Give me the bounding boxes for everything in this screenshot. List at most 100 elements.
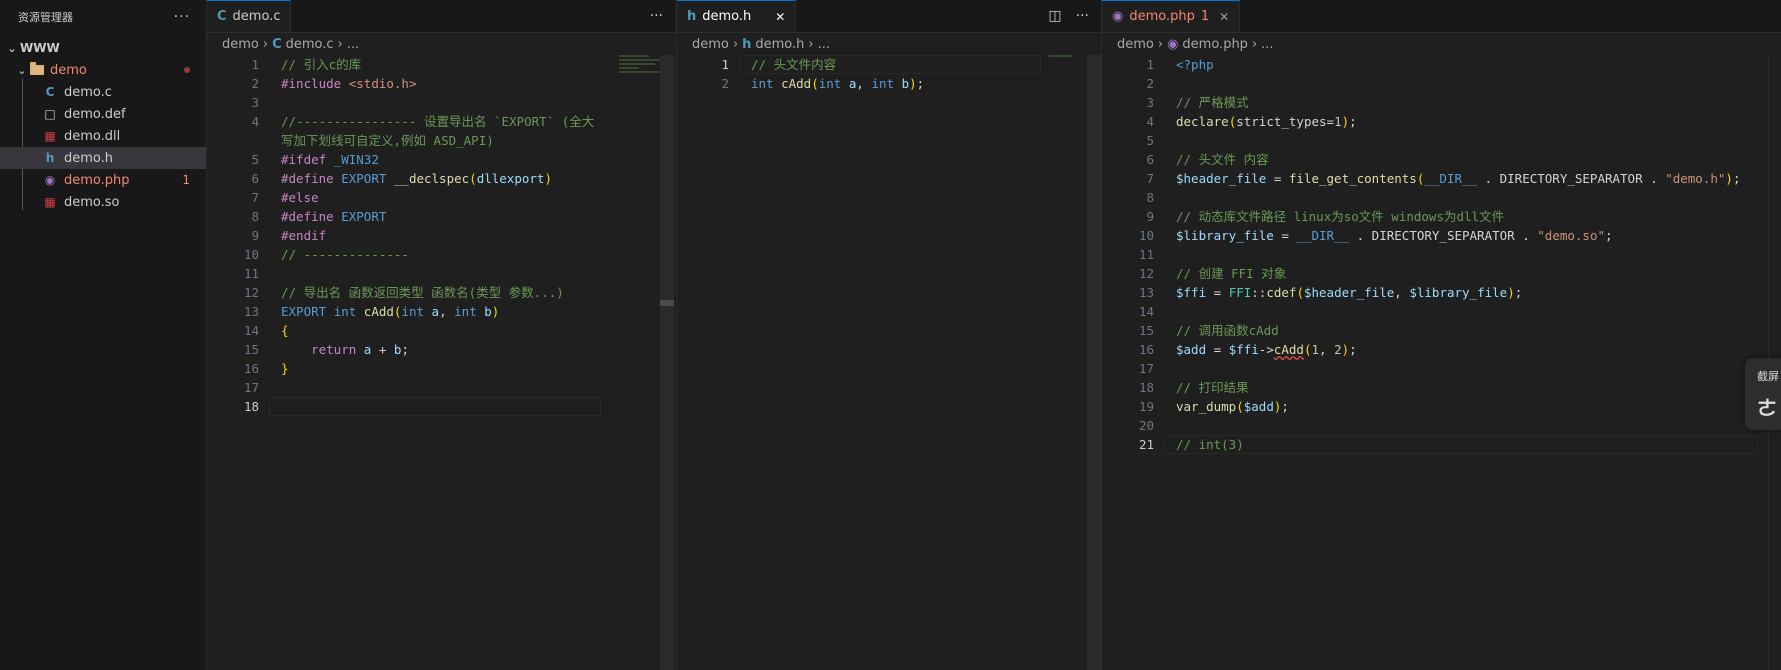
tab-label: demo.h: [702, 9, 752, 24]
line-number: 9: [1146, 209, 1154, 224]
code-editor-php[interactable]: 1 <?php 2 3 // 严格模式 4 declare(strict_types=1);…: [1102, 55, 1781, 454]
explorer-more-icon[interactable]: ···: [174, 9, 190, 25]
code-line: 13 EXPORT int cAdd(int a, int b): [207, 302, 675, 321]
file-type-icon: C: [45, 85, 55, 99]
scrollbar[interactable]: [660, 55, 674, 670]
breadcrumb: demo › ◉ demo.php › ...: [1102, 33, 1781, 55]
line-number: 18: [243, 399, 259, 414]
code-line: 16 $add = $ffi->cAdd(1, 2);: [1102, 340, 1781, 359]
tab-label: demo.c: [232, 9, 281, 24]
file-item[interactable]: ▦ demo.dll: [0, 125, 206, 147]
screenshot-toast[interactable]: 截屏 ㄜ: [1745, 358, 1781, 430]
file-item[interactable]: ◉ demo.php 1: [0, 169, 206, 191]
line-number: 18: [1138, 380, 1154, 395]
tab-demo-c[interactable]: C demo.c: [207, 0, 292, 32]
tab-demo-h[interactable]: h demo.h ✕: [677, 0, 797, 32]
explorer-header: 资源管理器 ···: [0, 0, 206, 34]
code-text: // --------------: [281, 247, 409, 262]
breadcrumb-symbols[interactable]: ...: [818, 37, 830, 52]
root-label: WWW: [20, 41, 60, 55]
line-number: 15: [1138, 323, 1154, 338]
current-line-highlight: [269, 397, 601, 416]
close-icon[interactable]: ✕: [775, 10, 785, 24]
code-line: 13 $ffi = FFI::cdef($header_file, $librar…: [1102, 283, 1781, 302]
breadcrumb-symbols[interactable]: ...: [347, 37, 359, 52]
folder-label: demo: [50, 62, 87, 78]
file-label: demo.php: [64, 172, 130, 188]
chevron-right-icon: ›: [732, 36, 739, 52]
code-line: 6 // 头文件 内容: [1102, 150, 1781, 169]
chevron-down-icon: ⌄: [7, 41, 17, 55]
tab-bar: C demo.c ···: [207, 0, 675, 33]
code-line: 15 return a + b;: [207, 340, 675, 359]
folder-icon: [30, 62, 44, 75]
line-number: 1: [251, 57, 259, 72]
code-text: $ffi = FFI::cdef($header_file, $library_…: [1176, 285, 1523, 300]
code-text: return a + b;: [311, 342, 409, 357]
more-actions-icon[interactable]: ···: [1076, 8, 1089, 24]
code-text: #else: [281, 190, 319, 205]
breadcrumb-folder[interactable]: demo: [1117, 37, 1154, 52]
code-editor-h[interactable]: 1// 头文件内容 2 int cAdd(int a, int b);: [677, 55, 1101, 93]
split-editor-icon[interactable]: ◫: [1048, 8, 1061, 24]
line-number: 2: [721, 76, 729, 91]
file-item[interactable]: □ demo.def: [0, 103, 206, 125]
code-line: 2: [1102, 74, 1781, 93]
code-text: // 动态库文件路径 linux为so文件 windows为dll文件: [1176, 209, 1505, 224]
breadcrumb-file[interactable]: demo.c: [286, 37, 334, 52]
scrollbar[interactable]: [1087, 55, 1101, 670]
code-editor-c[interactable]: 1 // 引入c的库 2 #include <stdio.h> 3 4 //--------…: [207, 55, 675, 416]
code-text: // 创建 FFI 对象: [1176, 266, 1287, 281]
c-file-icon: C: [272, 36, 282, 52]
code-text: 写加下划线可自定义,例如 ASD_API): [281, 133, 494, 148]
code-line: 1 // 引入c的库: [207, 55, 675, 74]
line-number: [207, 131, 271, 150]
code-line: 5: [1102, 131, 1781, 150]
code-text: // 调用函数cAdd: [1176, 323, 1279, 338]
breadcrumb-folder[interactable]: demo: [692, 37, 729, 52]
code-text: var_dump($add);: [1176, 399, 1289, 414]
c-file-icon: C: [217, 9, 227, 24]
code-text: #endif: [281, 228, 327, 243]
code-line: 9 #endif: [207, 226, 675, 245]
line-number: 17: [1138, 361, 1154, 376]
line-number: 2: [251, 76, 259, 91]
modified-dot-icon: [184, 67, 190, 73]
code-line: 5 #ifdef _WIN32: [207, 150, 675, 169]
code-line: 9 // 动态库文件路径 linux为so文件 windows为dll文件: [1102, 207, 1781, 226]
file-item[interactable]: ▦ demo.so: [0, 191, 206, 213]
file-type-icon: ▦: [44, 195, 56, 209]
line-number: 14: [243, 323, 259, 338]
breadcrumb-folder[interactable]: demo: [222, 37, 259, 52]
code-text: declare(strict_types=1);: [1176, 114, 1357, 129]
close-icon[interactable]: ✕: [1219, 10, 1229, 24]
problem-count-badge: 1: [182, 173, 190, 187]
code-line: 14: [1102, 302, 1781, 321]
editor-group-php: ◉ demo.php 1 ✕ demo › ◉ demo.php › ... 1…: [1101, 0, 1781, 670]
chevron-right-icon: ›: [337, 36, 343, 52]
code-text: // 严格模式: [1176, 95, 1249, 110]
file-item[interactable]: Cdemo.c: [0, 81, 206, 103]
code-text: //---------------- 设置导出名 `EXPORT` (全大: [281, 114, 595, 129]
breadcrumb: demo › h demo.h › ...: [677, 33, 1101, 55]
file-label: demo.c: [64, 84, 112, 100]
code-line: 11: [1102, 245, 1781, 264]
code-line: 7 #else: [207, 188, 675, 207]
code-text: // 头文件 内容: [1176, 152, 1269, 167]
breadcrumb-symbols[interactable]: ...: [1261, 37, 1273, 52]
tree-root-www[interactable]: ⌄ WWW: [0, 37, 206, 59]
more-actions-icon[interactable]: ···: [650, 8, 663, 24]
breadcrumb-file[interactable]: demo.h: [755, 37, 804, 52]
code-line: 2 int cAdd(int a, int b);: [677, 74, 1101, 93]
code-text: // 导出名 函数返回类型 函数名(类型 参数...): [281, 285, 564, 300]
code-text: #include <stdio.h>: [281, 76, 417, 91]
code-line: 4 declare(strict_types=1);: [1102, 112, 1781, 131]
file-item[interactable]: h demo.h: [0, 147, 206, 169]
breadcrumb-file[interactable]: demo.php: [1182, 37, 1248, 52]
tab-label: demo.php: [1129, 9, 1195, 24]
tree-folder-demo[interactable]: ⌄ demo: [0, 59, 206, 81]
tab-demo-php[interactable]: ◉ demo.php 1 ✕: [1102, 0, 1241, 32]
